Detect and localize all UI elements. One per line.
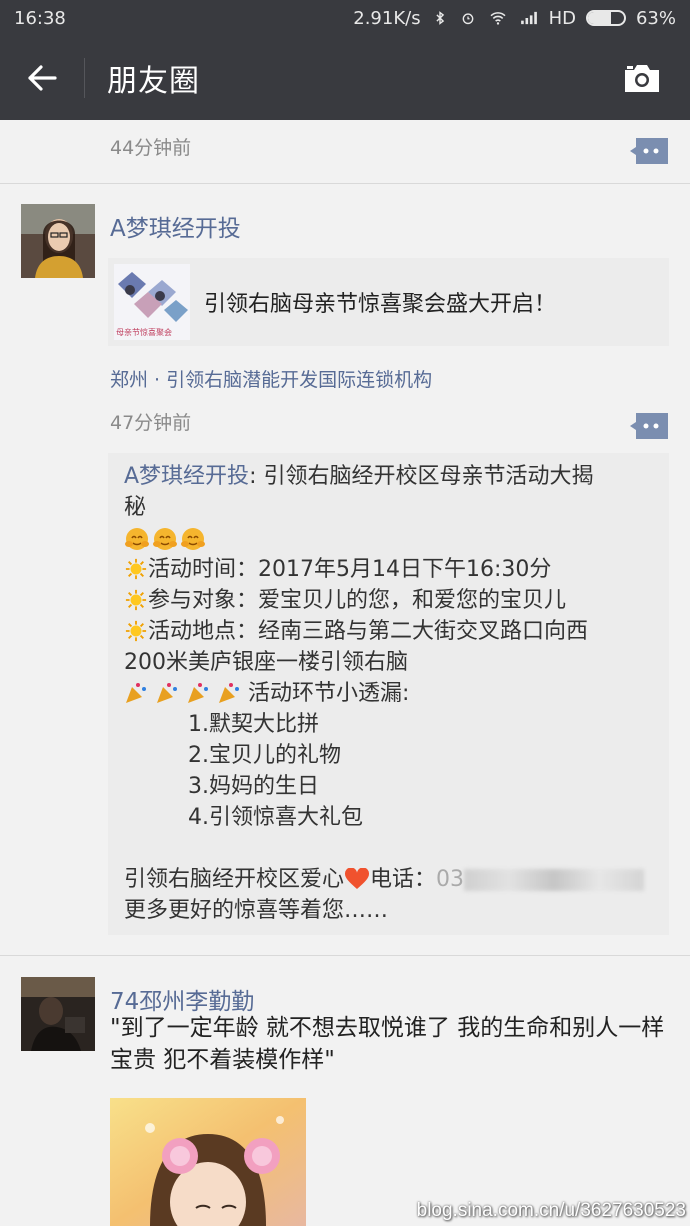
status-time: 16:38 bbox=[14, 7, 66, 29]
link-thumbnail: 母亲节惊喜聚会 bbox=[114, 264, 190, 340]
hug-emoji-icon bbox=[153, 527, 177, 550]
status-bar: 16:38 2.91K/s HD 63% bbox=[0, 0, 690, 36]
thumbnail-caption: 母亲节惊喜聚会 bbox=[116, 328, 172, 337]
hug-emoji-icon bbox=[181, 527, 205, 550]
post-username[interactable]: A梦琪经开投 bbox=[110, 209, 241, 243]
comment-line: 引领右脑经开校区爱心 电话：03 bbox=[124, 864, 653, 895]
comment-list-item: 3.妈妈的生日 bbox=[188, 774, 319, 799]
page-title: 朋友圈 bbox=[107, 64, 200, 99]
hug-emoji-icon bbox=[125, 527, 149, 550]
battery-icon bbox=[585, 10, 626, 26]
wifi-icon bbox=[490, 12, 506, 25]
post-time: 44分钟前 bbox=[110, 137, 192, 159]
comment-text: 引领右脑经开校区母亲节活动大揭 bbox=[263, 464, 594, 489]
bluetooth-icon bbox=[435, 11, 444, 25]
blurred-phone bbox=[464, 869, 645, 891]
post-image[interactable] bbox=[110, 1098, 306, 1226]
avatar[interactable] bbox=[21, 977, 95, 1051]
network-type: HD bbox=[548, 7, 576, 29]
moments-feed[interactable]: 44分钟前 A梦琪经开投 母亲节惊喜聚会 引领右脑母亲节惊喜聚会盛大开启！ 郑州… bbox=[0, 120, 690, 1226]
comment-author[interactable]: A梦琪经开投 bbox=[124, 464, 249, 489]
selfie-photo bbox=[110, 1098, 306, 1226]
comment-text: 活动地点：经南三路与第二大街交叉路口向西 bbox=[148, 619, 589, 644]
back-button[interactable] bbox=[0, 36, 84, 120]
camera-icon bbox=[625, 65, 659, 92]
watermark: blog.sina.com.cn/u/3627630523 bbox=[416, 1200, 686, 1221]
comment-text: 200米美庐银座一楼引领右脑 bbox=[124, 650, 408, 675]
battery-percent: 63% bbox=[635, 7, 676, 29]
comment-icon[interactable] bbox=[630, 138, 668, 164]
avatar-photo bbox=[21, 977, 95, 1051]
comment-line: A梦琪经开投: 引领右脑经开校区母亲节活动大揭 bbox=[124, 461, 653, 492]
post-divider bbox=[0, 183, 690, 184]
link-card[interactable]: 母亲节惊喜聚会 引领右脑母亲节惊喜聚会盛大开启！ bbox=[108, 258, 669, 346]
post-time: 47分钟前 bbox=[110, 412, 192, 434]
camera-button[interactable] bbox=[594, 36, 690, 120]
post-username[interactable]: 74邳州李勤勤 bbox=[110, 982, 254, 1016]
avatar[interactable] bbox=[21, 204, 95, 278]
comment-text: 活动环节小透漏: bbox=[248, 681, 410, 706]
phone-number-partial: 03 bbox=[436, 867, 465, 892]
comment-line: 活动环节小透漏: bbox=[124, 678, 653, 709]
comment-list-item: 2.宝贝儿的礼物 bbox=[188, 743, 341, 768]
comment-icon[interactable] bbox=[630, 413, 668, 439]
comment-separator: : bbox=[249, 464, 264, 489]
battery-fill bbox=[587, 12, 611, 24]
alarm-icon bbox=[462, 13, 473, 25]
comment-text: 活动时间：2017年5月14日下午16:30分 bbox=[148, 557, 552, 582]
avatar-photo bbox=[21, 204, 95, 278]
comment-line: 活动地点：经南三路与第二大街交叉路口向西 bbox=[124, 616, 653, 647]
comment-list-item: 4.引领惊喜大礼包 bbox=[188, 805, 363, 830]
sun-emoji-icon bbox=[125, 620, 147, 642]
network-speed: 2.91K/s bbox=[353, 7, 421, 29]
title-bar: 朋友圈 bbox=[0, 36, 690, 120]
title-divider bbox=[84, 58, 85, 98]
comment-box: A梦琪经开投: 引领右脑经开校区母亲节活动大揭 秘 活动时间：2017年5月14… bbox=[108, 453, 669, 935]
comment-text: 引领右脑经开校区爱心 bbox=[124, 867, 345, 892]
comment-line: 参与对象：爱宝贝儿的您，和爱您的宝贝儿 bbox=[124, 585, 653, 616]
comment-list-item: 1.默契大比拼 bbox=[188, 712, 319, 737]
post-location[interactable]: 郑州 · 引领右脑潜能开发国际连锁机构 bbox=[110, 365, 432, 392]
comment-text: 秘 bbox=[124, 495, 147, 520]
sun-emoji-icon bbox=[125, 589, 147, 611]
comment-text: 参与对象：爱宝贝儿的您，和爱您的宝贝儿 bbox=[148, 588, 567, 613]
signal-icon bbox=[520, 11, 537, 25]
comment-text: 更多更好的惊喜等着您…… bbox=[124, 898, 389, 923]
comment-line: 活动时间：2017年5月14日下午16:30分 bbox=[124, 554, 653, 585]
emoji-row bbox=[124, 523, 653, 554]
post-divider bbox=[0, 955, 690, 956]
party-popper-emoji-icon bbox=[126, 683, 239, 703]
link-title: 引领右脑母亲节惊喜聚会盛大开启！ bbox=[204, 292, 557, 317]
sun-emoji-icon bbox=[125, 558, 147, 580]
heart-emoji-icon bbox=[344, 867, 370, 889]
back-arrow-icon bbox=[28, 65, 57, 91]
comment-text: 电话： bbox=[370, 867, 437, 892]
post-text: "到了一定年龄 就不想去取悦谁了 我的生命和别人一样宝贵 犯不着装模作样" bbox=[110, 1015, 665, 1073]
